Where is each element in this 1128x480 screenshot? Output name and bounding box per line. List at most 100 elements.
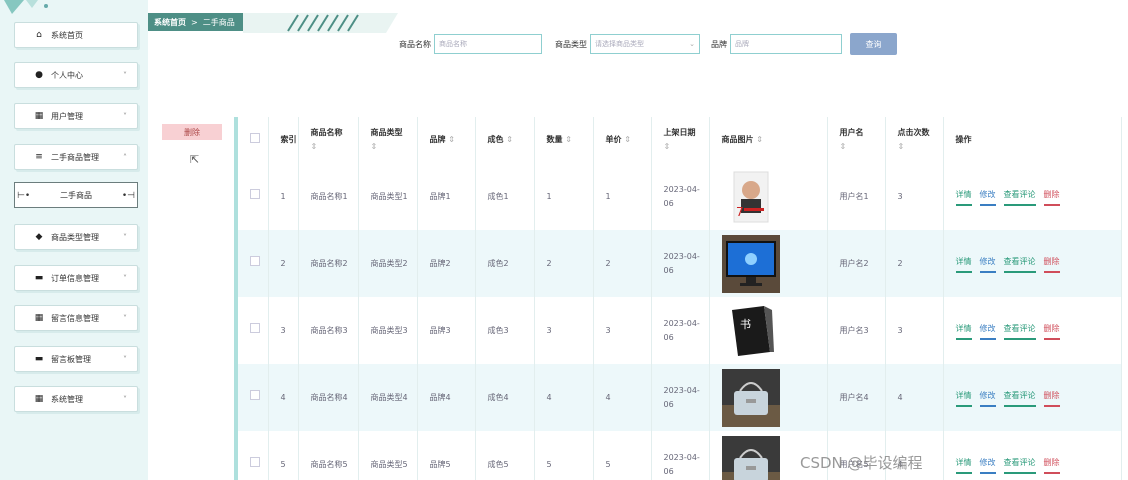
sidebar-item-3[interactable]: ≡ 二手商品管理 ˄ <box>14 144 138 170</box>
delete-link[interactable]: 删除 <box>1043 456 1060 474</box>
view-reviews-link[interactable]: 查看评论 <box>1003 389 1036 407</box>
grid-icon: ▦ <box>34 313 44 323</box>
view-reviews-link[interactable]: 查看评论 <box>1003 322 1036 340</box>
brand-input[interactable]: 品牌 <box>730 34 842 54</box>
header-image[interactable]: 商品图片 ⇕ <box>709 117 828 163</box>
cell-ops: 详情 修改 查看评论 删除 <box>943 163 1122 230</box>
cell-name: 商品名称2 <box>298 230 359 297</box>
edit-link[interactable]: 修改 <box>979 322 996 340</box>
black-book-image[interactable]: 书 <box>721 301 780 360</box>
header-price[interactable]: 单价 ⇕ <box>593 117 652 163</box>
sidebar-item-label: 系统管理 <box>51 394 83 404</box>
cell-condition: 成色1 <box>475 163 535 230</box>
type-placeholder: 请选择商品类型 <box>595 40 644 48</box>
delete-link[interactable]: 删除 <box>1043 322 1060 340</box>
cell-condition: 成色5 <box>475 431 535 480</box>
type-select[interactable]: 请选择商品类型 ⌄ <box>590 34 700 54</box>
edit-link[interactable]: 修改 <box>979 389 996 407</box>
book-cover-image[interactable]: 7 <box>722 168 780 226</box>
sidebar-item-1[interactable]: ● 个人中心 ˅ <box>14 62 138 88</box>
header-user[interactable]: 用户名 ⇕ <box>827 117 886 163</box>
header-type[interactable]: 商品类型 ⇕ <box>358 117 418 163</box>
header-index[interactable]: 索引 <box>268 117 299 163</box>
edit-link[interactable]: 修改 <box>979 255 996 273</box>
watermark: CSDN @毕设编程 <box>800 454 923 472</box>
grid-icon: ▦ <box>34 394 44 404</box>
delete-link[interactable]: 删除 <box>1043 255 1060 273</box>
cell-price: 2 <box>593 230 652 297</box>
edit-link[interactable]: 修改 <box>979 456 996 474</box>
select-all-checkbox[interactable] <box>250 132 260 143</box>
monitor-image[interactable] <box>721 234 780 293</box>
header-ops: 操作 <box>943 117 1122 163</box>
delete-link[interactable]: 删除 <box>1043 188 1060 206</box>
breadcrumb-home[interactable]: 系统首页 <box>154 17 186 28</box>
edit-link[interactable]: 修改 <box>979 188 996 206</box>
header-qty[interactable]: 数量 ⇕ <box>534 117 594 163</box>
table-row: 5 商品名称5 商品类型5 品牌5 成色5 5 5 2023-04-06 用户名5 4 详情 修改 查看… <box>238 431 1122 480</box>
row-checkbox[interactable] <box>250 323 260 333</box>
cell-type: 商品类型3 <box>358 297 418 364</box>
cell-price: 4 <box>593 364 652 431</box>
detail-link[interactable]: 详情 <box>955 389 972 407</box>
sidebar-item-8[interactable]: ▦ 系统管理 ˅ <box>14 386 138 412</box>
sidebar-item-5[interactable]: ▬ 订单信息管理 ˅ <box>14 265 138 291</box>
header-clicks[interactable]: 点击次数 ⇕ <box>885 117 944 163</box>
cell-clicks: 4 <box>885 364 944 431</box>
cell-condition: 成色2 <box>475 230 535 297</box>
cell-user: 用户名2 <box>827 230 886 297</box>
cell-ops: 详情 修改 查看评论 删除 <box>943 297 1122 364</box>
sidebar-item-4[interactable]: ◆ 商品类型管理 ˅ <box>14 224 138 250</box>
cell-index: 1 <box>268 163 299 230</box>
header-brand[interactable]: 品牌 ⇕ <box>417 117 476 163</box>
query-button[interactable]: 查询 <box>850 33 897 55</box>
chevron-down-icon: ˅ <box>123 394 127 404</box>
view-reviews-link[interactable]: 查看评论 <box>1003 456 1036 474</box>
cell-date: 2023-04-06 <box>651 431 710 480</box>
batch-delete-button[interactable]: 删除 <box>162 124 222 140</box>
header-date[interactable]: 上架日期 ⇕ <box>651 117 710 163</box>
sidebar-item-7[interactable]: ▬ 留言板管理 ˅ <box>14 346 138 372</box>
row-checkbox[interactable] <box>250 256 260 266</box>
cell-user: 用户名1 <box>827 163 886 230</box>
cell-index: 5 <box>268 431 299 480</box>
header-condition[interactable]: 成色 ⇕ <box>475 117 535 163</box>
handbag-image[interactable] <box>721 368 780 427</box>
cell-price: 1 <box>593 163 652 230</box>
detail-link[interactable]: 详情 <box>955 255 972 273</box>
sidebar-subitem-secondhand[interactable]: ⊢• 二手商品 •⊣ <box>14 182 138 208</box>
table-row: 3 商品名称3 商品类型3 品牌3 成色3 3 3 2023-04-06 书用户名3 3 详情 修改查… <box>238 297 1122 364</box>
view-reviews-link[interactable]: 查看评论 <box>1003 188 1036 206</box>
detail-link[interactable]: 详情 <box>955 188 972 206</box>
cell-image: 7 <box>709 163 828 230</box>
breadcrumb: 系统首页 > 二手商品 <box>148 13 243 31</box>
name-input[interactable]: 商品名称 <box>434 34 542 54</box>
row-checkbox[interactable] <box>250 457 260 467</box>
cell-ops: 详情 修改 查看评论 删除 <box>943 364 1122 431</box>
detail-link[interactable]: 详情 <box>955 456 972 474</box>
sidebar-item-0[interactable]: ⌂ 系统首页 <box>14 22 138 48</box>
header-name[interactable]: 商品名称 ⇕ <box>298 117 359 163</box>
svg-text:书: 书 <box>740 318 751 331</box>
chevron-down-icon: ˅ <box>123 111 127 121</box>
sidebar-item-2[interactable]: ▦ 用户管理 ˅ <box>14 103 138 129</box>
view-reviews-link[interactable]: 查看评论 <box>1003 255 1036 273</box>
cell-image <box>709 230 828 297</box>
sidebar-item-label: 二手商品管理 <box>51 152 99 162</box>
row-checkbox[interactable] <box>250 390 260 400</box>
detail-link[interactable]: 详情 <box>955 322 972 340</box>
sidebar-item-6[interactable]: ▦ 留言信息管理 ˅ <box>14 305 138 331</box>
breadcrumb-current: 二手商品 <box>202 17 235 27</box>
delete-link[interactable]: 删除 <box>1043 389 1060 407</box>
cell-image: 书 <box>709 297 828 364</box>
handbag-image[interactable] <box>721 435 780 480</box>
cell-type: 商品类型2 <box>358 230 418 297</box>
sidebar-item-label: 留言信息管理 <box>51 313 99 323</box>
row-checkbox[interactable] <box>250 189 260 199</box>
cell-index: 2 <box>268 230 299 297</box>
cell-price: 5 <box>593 431 652 480</box>
cell-clicks: 2 <box>885 230 944 297</box>
tag-icon: ◆ <box>35 232 43 242</box>
search-name-group: 商品名称 商品名称 <box>399 33 542 55</box>
sidebar-decoration <box>4 0 48 14</box>
